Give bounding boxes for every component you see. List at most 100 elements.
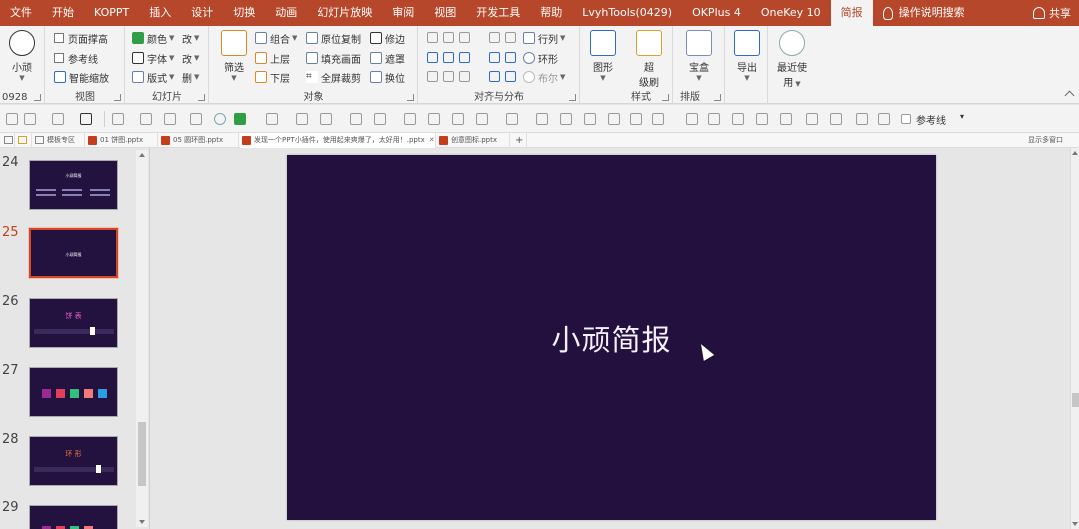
eyedropper-icon[interactable] — [140, 113, 152, 125]
new-tab-icon[interactable] — [2, 133, 15, 148]
flip-vertical-icon[interactable] — [505, 32, 516, 43]
guides-toggle-checkbox[interactable] — [901, 114, 911, 124]
slide-title[interactable]: 小顽简报 — [287, 317, 936, 359]
scrollbar-thumb[interactable] — [138, 422, 146, 486]
triangle-icon[interactable] — [506, 113, 518, 125]
boolean-button[interactable]: 布尔 ▼ — [523, 69, 565, 85]
align-left-icon[interactable] — [427, 32, 438, 43]
bar-chart-icon[interactable] — [452, 113, 464, 125]
slide-thumbnail-28[interactable]: 环 形 — [29, 436, 118, 486]
tab-current-document[interactable]: 发现一个PPT小插件，使用起来爽爆了，太好用！.pptx ✕ — [240, 133, 436, 148]
open-folder-icon[interactable] — [15, 133, 32, 148]
menu-insert[interactable]: 插入 — [139, 0, 181, 26]
align-top-tool-icon[interactable] — [686, 113, 698, 125]
color-button[interactable]: 颜色 ▼ — [132, 30, 174, 46]
slide-scrollbar[interactable] — [1070, 148, 1079, 529]
change-button-1[interactable]: 改 ▼ — [182, 30, 199, 46]
arrow-left-icon[interactable] — [489, 52, 500, 63]
rectangle-tool-icon[interactable] — [24, 113, 36, 125]
arrow-up-icon[interactable] — [489, 71, 500, 82]
scroll-down-icon[interactable] — [139, 520, 145, 524]
tell-me-search[interactable]: 操作说明搜索 — [873, 0, 975, 26]
scroll-up-icon[interactable] — [1072, 151, 1078, 155]
copy-in-place-button[interactable]: 原位复制 — [306, 30, 361, 46]
smart-zoom-button[interactable]: 智能缩放 — [54, 69, 109, 85]
text-tool-icon[interactable] — [80, 113, 92, 125]
xiaowan-button[interactable]: 小顽 ▼ — [2, 28, 42, 90]
tab-pie-chart[interactable]: 01 饼图.pptx — [86, 133, 158, 148]
multi-window-button[interactable]: 显示多窗口 — [1024, 133, 1079, 148]
table-icon[interactable] — [404, 113, 416, 125]
link-icon[interactable] — [856, 113, 868, 125]
pen-icon[interactable] — [296, 113, 308, 125]
layout-button[interactable]: 版式 ▼ — [132, 69, 174, 85]
menu-home[interactable]: 开始 — [42, 0, 84, 26]
tab-template-zone[interactable]: 模板专区 — [33, 133, 85, 148]
menu-design[interactable]: 设计 — [181, 0, 223, 26]
effects-icon[interactable] — [374, 113, 386, 125]
font-button[interactable]: 字体 ▼ — [132, 50, 174, 66]
quickbar-more-icon[interactable]: ▾ — [960, 112, 964, 121]
shape-fill-icon[interactable] — [266, 113, 278, 125]
slide-thumbnail-24[interactable]: 小顽简报 — [29, 160, 118, 210]
align-bottom-tool-icon[interactable] — [708, 113, 720, 125]
line-tool-icon[interactable] — [320, 113, 332, 125]
menu-file[interactable]: 文件 — [0, 0, 42, 26]
ring-button[interactable]: 环形 — [523, 50, 558, 66]
group-launcher-icon[interactable] — [569, 94, 576, 101]
bring-forward-button[interactable]: 上层 — [255, 50, 290, 66]
align-middle-icon[interactable] — [443, 71, 454, 82]
export-button[interactable]: 导出 ▼ — [727, 28, 767, 90]
slide-thumbnail-27[interactable] — [29, 367, 118, 417]
super-format-painter-button[interactable]: 超 级刷 — [629, 28, 669, 90]
arrow-down-icon[interactable] — [505, 71, 516, 82]
shape-tool-icon[interactable] — [6, 113, 18, 125]
font-color-icon[interactable] — [112, 113, 124, 125]
send-backward-button[interactable]: 下层 — [255, 69, 290, 85]
mirror-icon[interactable] — [830, 113, 842, 125]
recent-used-button[interactable]: 最近使 用 ▼ — [772, 28, 812, 90]
swap-button[interactable]: 换位 — [370, 69, 405, 85]
group-launcher-icon[interactable] — [198, 94, 205, 101]
align-top-icon[interactable] — [443, 32, 454, 43]
close-tab-icon[interactable]: ✕ — [429, 136, 435, 144]
stack-icon[interactable] — [756, 113, 768, 125]
tab-creative-icons[interactable]: 创意图标.pptx — [437, 133, 510, 148]
rotate-icon[interactable] — [806, 113, 818, 125]
collapse-ribbon-icon[interactable] — [1064, 90, 1075, 101]
copy-tool-icon[interactable] — [780, 113, 792, 125]
scrollbar-thumb[interactable] — [1072, 393, 1079, 407]
group-launcher-icon[interactable] — [662, 94, 669, 101]
group-objects-button[interactable]: 组合 ▼ — [255, 30, 297, 46]
delete-button[interactable]: 删 ▼ — [182, 69, 199, 85]
add-tab-button[interactable]: + — [511, 133, 527, 148]
circle-tool-icon[interactable] — [214, 113, 226, 125]
textbox-tool-icon[interactable] — [52, 113, 64, 125]
share-button[interactable]: 共享 — [1033, 0, 1071, 26]
distribute-left-icon[interactable] — [427, 52, 438, 63]
menu-slideshow[interactable]: 幻灯片放映 — [307, 0, 382, 26]
arrow-right-icon[interactable] — [505, 52, 516, 63]
tab-donut-chart[interactable]: 05 圆环图.pptx — [159, 133, 239, 148]
frame-icon[interactable] — [652, 113, 664, 125]
distribute-right-icon[interactable] — [459, 52, 470, 63]
distribute-center-icon[interactable] — [443, 52, 454, 63]
slide-thumbnail-26[interactable]: 饼 表 — [29, 298, 118, 348]
fullscreen-crop-button[interactable]: ⌗ 全屏裁剪 — [306, 69, 361, 85]
shape-button[interactable]: 图形 ▼ — [583, 28, 623, 90]
delete-tool-icon[interactable] — [608, 113, 620, 125]
mask-button[interactable]: 遮罩 — [370, 50, 405, 66]
guides-checkbox[interactable]: 参考线 — [54, 50, 98, 66]
menu-koppt[interactable]: KOPPT — [84, 0, 139, 26]
textbox-icon[interactable] — [584, 113, 596, 125]
change-button-2[interactable]: 改 ▼ — [182, 50, 199, 66]
crop-tool-icon[interactable] — [190, 113, 202, 125]
scroll-down-icon[interactable] — [1072, 522, 1078, 526]
filter-button[interactable]: 筛选 ▼ — [214, 28, 254, 90]
menu-developer[interactable]: 开发工具 — [466, 0, 530, 26]
page-height-checkbox[interactable]: 页面撑高 — [54, 30, 108, 46]
thumbnail-scrollbar[interactable] — [136, 150, 148, 527]
group-tool-icon[interactable] — [536, 113, 548, 125]
menu-onekey[interactable]: OneKey 10 — [751, 0, 831, 26]
fill-canvas-button[interactable]: 填充画面 — [306, 50, 361, 66]
